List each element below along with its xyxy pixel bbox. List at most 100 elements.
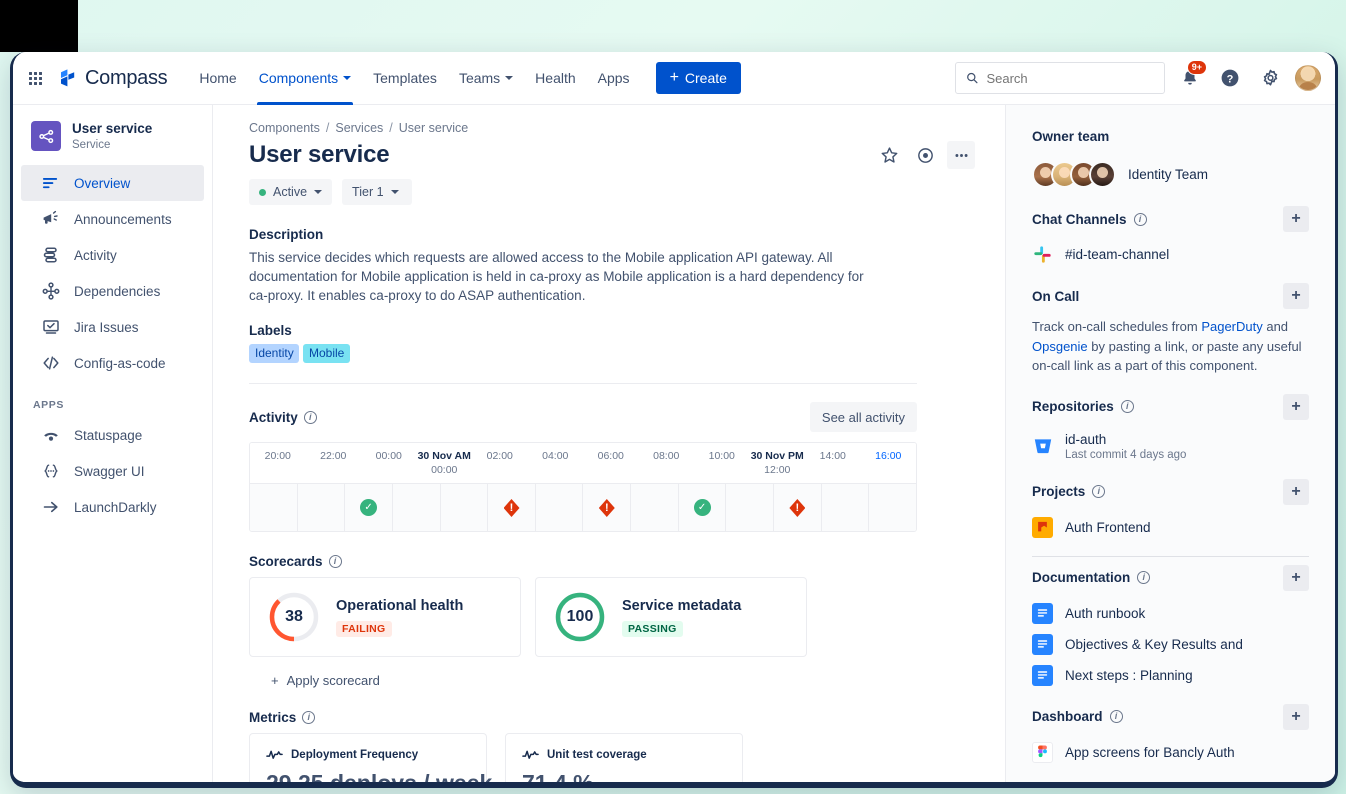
nav-apps-label: Apps	[598, 70, 630, 86]
compass-logo[interactable]: Compass	[58, 67, 167, 90]
documentation-item[interactable]: Auth runbook	[1032, 603, 1309, 624]
see-all-activity-button[interactable]: See all activity	[810, 402, 917, 432]
repository-item[interactable]: id-auth Last commit 4 days ago	[1032, 432, 1309, 461]
info-icon[interactable]: i	[302, 711, 315, 724]
pagerduty-link[interactable]: PagerDuty	[1201, 319, 1262, 334]
spacer	[1032, 690, 1309, 702]
metric-card[interactable]: Deployment Frequency 29.25 deploys / wee…	[249, 733, 487, 782]
help-icon[interactable]: ?	[1215, 63, 1245, 93]
timeline-cell[interactable]: !	[488, 484, 536, 531]
tick-label: 20:00	[265, 450, 291, 462]
sidebar-item-activity[interactable]: Activity	[21, 237, 204, 273]
watch-icon[interactable]	[911, 141, 939, 169]
sidebar-item-overview[interactable]: Overview	[21, 165, 204, 201]
scorecard-card[interactable]: 38 Operational health FAILING	[249, 577, 521, 657]
event-error-icon[interactable]: !	[789, 499, 805, 517]
timeline-cell[interactable]: !	[774, 484, 822, 531]
opsgenie-link[interactable]: Opsgenie	[1032, 339, 1088, 354]
projects-heading-row: Projects i +	[1032, 477, 1309, 507]
sidebar-item-swagger-ui[interactable]: Swagger UI	[21, 453, 204, 489]
sidebar-item-launchdarkly[interactable]: LaunchDarkly	[21, 489, 204, 525]
timeline-cell[interactable]	[822, 484, 870, 531]
search-box[interactable]	[955, 62, 1165, 94]
repositories-heading: Repositories	[1032, 399, 1114, 414]
timeline-cell[interactable]: !	[583, 484, 631, 531]
app-switcher-icon[interactable]	[29, 72, 42, 85]
info-icon[interactable]: i	[1134, 213, 1147, 226]
add-documentation-button[interactable]: +	[1283, 565, 1309, 591]
profile-avatar[interactable]	[1295, 65, 1321, 91]
star-icon[interactable]	[875, 141, 903, 169]
jira-issues-icon	[41, 318, 60, 337]
add-dashboard-button[interactable]: +	[1283, 704, 1309, 730]
sidebar-item-statuspage[interactable]: Statuspage	[21, 417, 204, 453]
nav-home-label: Home	[199, 70, 236, 86]
timeline-cell[interactable]	[869, 484, 916, 531]
nav-components[interactable]: Components	[249, 52, 361, 105]
label-chip[interactable]: Mobile	[303, 344, 350, 363]
sidebar-item-jira-issues[interactable]: Jira Issues	[21, 309, 204, 345]
breadcrumb-components[interactable]: Components	[249, 121, 320, 135]
sidebar-item-config-as-code[interactable]: Config-as-code	[21, 345, 204, 381]
nav-teams[interactable]: Teams	[449, 52, 523, 105]
nav-teams-label: Teams	[459, 70, 500, 86]
tier-badge[interactable]: Tier 1	[342, 179, 412, 205]
add-chat-channel-button[interactable]: +	[1283, 206, 1309, 232]
event-error-icon[interactable]: !	[504, 499, 520, 517]
timeline-cell[interactable]: ✓	[679, 484, 727, 531]
add-repository-button[interactable]: +	[1283, 394, 1309, 420]
info-icon[interactable]: i	[304, 411, 317, 424]
timeline-cell[interactable]	[726, 484, 774, 531]
scorecard-card[interactable]: 100 Service metadata PASSING	[535, 577, 807, 657]
create-button[interactable]: + Create	[656, 62, 741, 94]
page-actions	[875, 141, 975, 169]
documentation-item[interactable]: Objectives & Key Results and	[1032, 634, 1309, 655]
label-chip-list: Identity Mobile	[249, 344, 975, 363]
info-icon[interactable]: i	[1137, 571, 1150, 584]
timeline-cell[interactable]	[250, 484, 298, 531]
breadcrumb-services[interactable]: Services	[335, 121, 383, 135]
metric-card[interactable]: Unit test coverage 71.4 %	[505, 733, 743, 782]
info-icon[interactable]: i	[329, 555, 342, 568]
info-icon[interactable]: i	[1110, 710, 1123, 723]
owner-team-row[interactable]: Identity Team	[1032, 161, 1309, 188]
add-project-button[interactable]: +	[1283, 479, 1309, 505]
scorecard-score: 38	[268, 591, 320, 643]
sidebar-service-header[interactable]: User service Service	[13, 115, 212, 165]
timeline-cell[interactable]	[393, 484, 441, 531]
sidebar-item-announcements[interactable]: Announcements	[21, 201, 204, 237]
nav-home[interactable]: Home	[189, 52, 246, 105]
nav-templates[interactable]: Templates	[363, 52, 447, 105]
timeline-cell[interactable]	[441, 484, 489, 531]
event-success-icon[interactable]: ✓	[694, 499, 711, 516]
event-success-icon[interactable]: ✓	[360, 499, 377, 516]
notifications-icon[interactable]: 9+	[1175, 63, 1205, 93]
apply-scorecard-button[interactable]: + Apply scorecard	[249, 673, 975, 688]
dashboard-item[interactable]: App screens for Bancly Auth	[1032, 742, 1309, 763]
status-badge[interactable]: Active	[249, 179, 332, 205]
page-title-row: User service	[249, 141, 975, 169]
label-chip[interactable]: Identity	[249, 344, 299, 363]
sidebar-item-dependencies[interactable]: Dependencies	[21, 273, 204, 309]
timeline-cell[interactable]: ✓	[345, 484, 393, 531]
timeline-cell[interactable]	[631, 484, 679, 531]
info-icon[interactable]: i	[1092, 485, 1105, 498]
add-on-call-button[interactable]: +	[1283, 283, 1309, 309]
search-input[interactable]	[986, 71, 1154, 86]
more-actions-icon[interactable]	[947, 141, 975, 169]
breadcrumb-current[interactable]: User service	[399, 121, 468, 135]
nav-health[interactable]: Health	[525, 52, 585, 105]
timeline-cell[interactable]	[536, 484, 584, 531]
info-icon[interactable]: i	[1121, 400, 1134, 413]
project-item[interactable]: Auth Frontend	[1032, 517, 1309, 538]
documentation-item[interactable]: Next steps : Planning	[1032, 665, 1309, 686]
chat-channel-item[interactable]: #id-team-channel	[1032, 244, 1309, 265]
event-error-icon[interactable]: !	[599, 499, 615, 517]
projects-section: Projects i + Auth Frontend	[1032, 477, 1309, 538]
nav-apps[interactable]: Apps	[588, 52, 640, 105]
timeline-cell[interactable]	[298, 484, 346, 531]
browser-window: Compass Home Components Templates Teams	[10, 52, 1338, 788]
settings-icon[interactable]	[1255, 63, 1285, 93]
sidebar-item-activity-label: Activity	[74, 248, 117, 263]
owner-team-section: Owner team Identity Team	[1032, 121, 1309, 188]
